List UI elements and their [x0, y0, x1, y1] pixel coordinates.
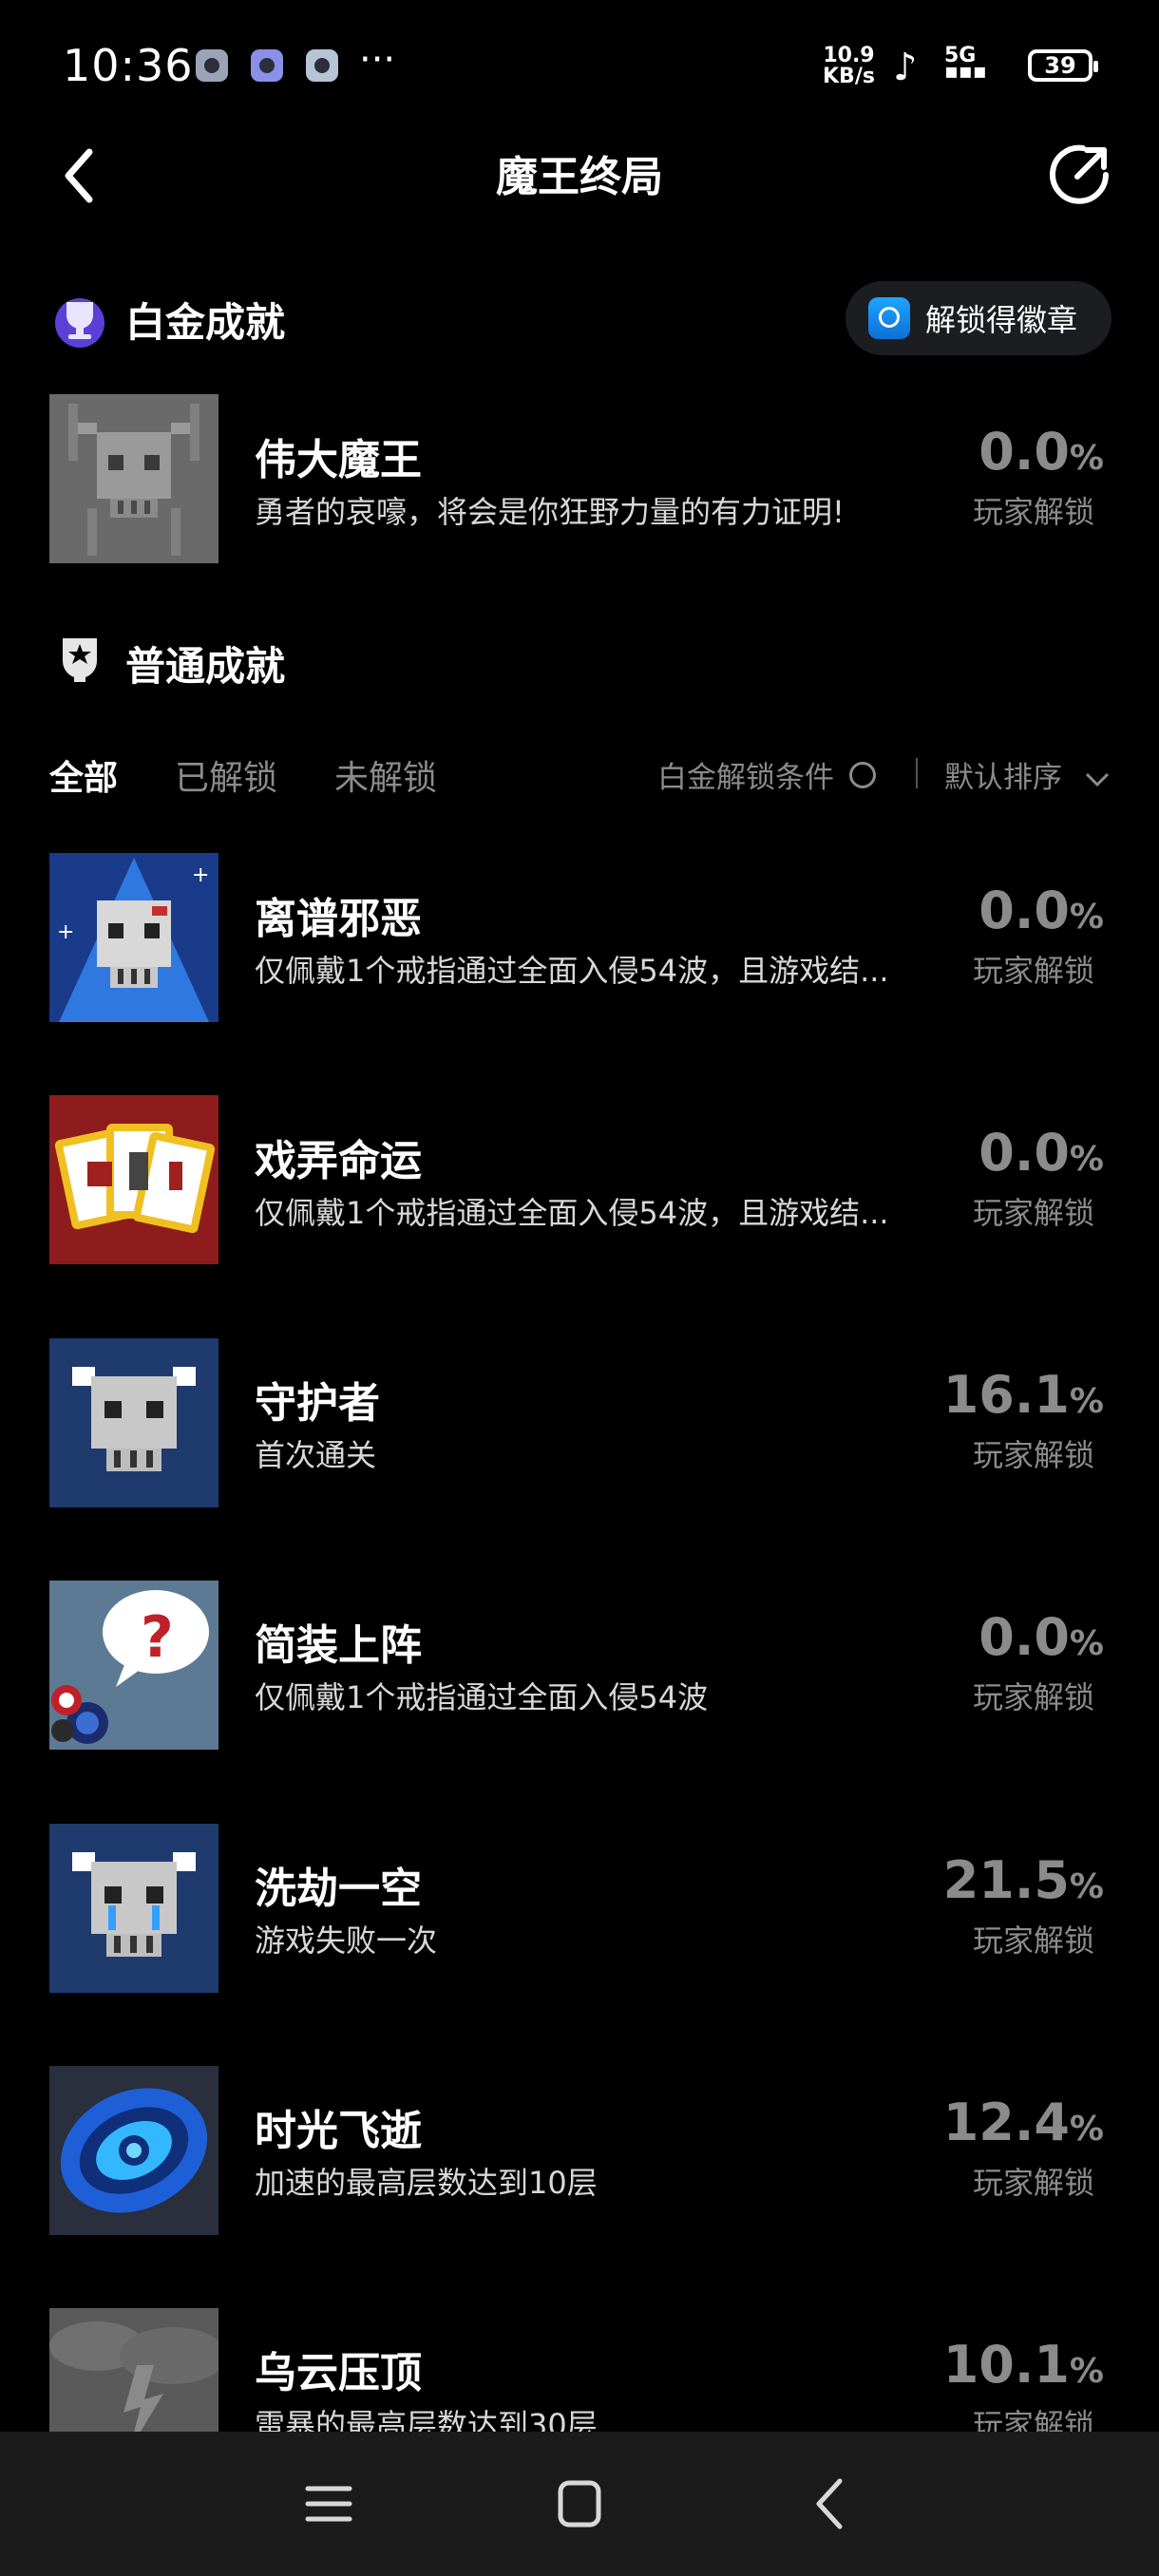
unlock-percentage-label: 玩家解锁 [972, 1923, 1094, 1959]
unlock-percentage-value: 21.5 [942, 1850, 1070, 1910]
status-time: 10:36 [63, 40, 194, 91]
achievement-description: 加速的最高层数达到10层 [255, 2165, 598, 2201]
unlock-percentage-unit: % [1069, 2352, 1104, 2391]
unlock-percentage-label: 玩家解锁 [972, 1679, 1094, 1715]
achievement-thumbnail [49, 2308, 218, 2432]
notification-app-icon [306, 49, 338, 82]
normal-section-title: 普通成就 [125, 643, 286, 690]
network-speed-unit: KB/s [823, 65, 875, 88]
unlock-percentage-value: 10.1 [942, 2335, 1070, 2395]
tab-unlocked[interactable]: 已解锁 [175, 750, 277, 800]
tab-locked[interactable]: 未解锁 [334, 750, 437, 800]
status-bar: 10:36 ··· 10.9 KB/s ♪ 5G ▪▪▪ 39 [0, 0, 1159, 133]
page-title: 魔王终局 [496, 153, 663, 201]
unlock-percentage: 0.0% [895, 881, 1104, 940]
achievement-name: 离谱邪恶 [255, 895, 422, 943]
unlock-percentage-value: 12.4 [942, 2093, 1070, 2152]
achievement-name: 简装上阵 [255, 1621, 422, 1670]
network-speed: 10.9 KB/s [823, 46, 875, 87]
unlock-percentage-unit: % [1069, 1867, 1104, 1906]
unlock-percentage-label: 玩家解锁 [972, 1195, 1094, 1231]
unlock-percentage-value: 16.1 [942, 1365, 1070, 1425]
unlock-percentage-value: 0.0 [978, 881, 1070, 940]
unlock-percentage-label: 玩家解锁 [972, 2165, 1094, 2201]
achievement-description: 首次通关 [255, 1437, 377, 1473]
unlock-percentage-unit: % [1069, 1624, 1104, 1663]
svg-text:+: + [57, 920, 74, 944]
radio-circle-icon [849, 761, 876, 788]
unlock-percentage-unit: % [1069, 1382, 1104, 1421]
sort-dropdown[interactable]: 默认排序 [944, 753, 1112, 796]
network-speed-value: 10.9 [823, 44, 875, 67]
unlock-percentage: 21.5% [895, 1850, 1104, 1910]
achievement-thumbnail: ? [49, 1581, 218, 1750]
unlock-percentage-label: 玩家解锁 [972, 953, 1094, 989]
achievement-description: 游戏失败一次 [255, 1923, 438, 1959]
unlock-percentage: 0.0% [895, 422, 1104, 482]
unlock-percentage-value: 0.0 [978, 422, 1070, 482]
unlock-percentage-unit: % [1069, 439, 1104, 478]
platinum-condition-toggle[interactable]: 白金解锁条件 [657, 753, 876, 796]
unlock-percentage-value: 0.0 [978, 1607, 1070, 1667]
chevron-down-icon [1085, 772, 1109, 786]
battery-icon: 39 [1028, 49, 1098, 82]
achievement-name: 守护者 [255, 1379, 380, 1428]
achievement-thumbnail [49, 2066, 218, 2235]
home-icon [558, 2480, 601, 2528]
svg-text:+: + [192, 863, 209, 887]
unlock-percentage: 12.4% [895, 2093, 1104, 2152]
menu-icon [305, 2486, 352, 2522]
achievement-description: 仅佩戴1个戒指通过全面入侵54波，且游戏结... [255, 1195, 889, 1231]
unlock-percentage: 10.1% [895, 2335, 1104, 2395]
platinum-condition-label: 白金解锁条件 [657, 761, 834, 795]
achievement-thumbnail [49, 1095, 218, 1264]
unlock-percentage-unit: % [1069, 1140, 1104, 1179]
achievement-name: 伟大魔王 [255, 436, 422, 484]
unlock-percentage-unit: % [1069, 898, 1104, 937]
nav-back-icon [816, 2478, 843, 2529]
badge-icon [868, 297, 910, 339]
nav-back-button[interactable] [796, 2470, 864, 2538]
more-notifications-icon: ··· [359, 38, 396, 82]
share-button[interactable] [1045, 141, 1113, 209]
unlock-percentage-value: 0.0 [978, 1123, 1070, 1183]
system-navigation-bar [0, 2432, 1159, 2576]
achievement-thumbnail [49, 394, 218, 563]
achievement-description: 勇者的哀嚎，将会是你狂野力量的有力证明! [255, 494, 845, 530]
unlock-percentage: 0.0% [895, 1123, 1104, 1183]
achievement-name: 乌云压顶 [255, 2349, 422, 2397]
unlock-percentage-label: 玩家解锁 [972, 1437, 1094, 1473]
unlock-percentage: 0.0% [895, 1607, 1104, 1667]
trophy-icon [49, 289, 110, 350]
share-icon [1050, 144, 1109, 204]
home-button[interactable] [545, 2470, 614, 2538]
unlock-badge-label: 解锁得徽章 [925, 302, 1078, 338]
achievement-name: 戏弄命运 [255, 1137, 422, 1185]
tiktok-icon: ♪ [893, 46, 918, 89]
notification-app-icon [251, 49, 283, 82]
achievement-name: 洗劫一空 [255, 1865, 422, 1913]
platinum-section-title: 白金成就 [125, 299, 286, 346]
tab-all[interactable]: 全部 [49, 750, 118, 800]
achievement-description: 仅佩戴1个戒指通过全面入侵54波 [255, 1679, 709, 1715]
svg-text:?: ? [141, 1604, 174, 1671]
notification-app-icon [196, 49, 228, 82]
achievement-thumbnail [49, 1824, 218, 1993]
unlock-percentage: 16.1% [895, 1365, 1104, 1425]
sort-label: 默认排序 [944, 761, 1062, 795]
achievement-thumbnail: + + [49, 853, 218, 1022]
menu-button[interactable] [294, 2470, 363, 2538]
divider [916, 758, 918, 788]
unlock-percentage-label: 玩家解锁 [972, 494, 1094, 530]
achievement-description: 仅佩戴1个戒指通过全面入侵54波，且游戏结... [255, 953, 889, 989]
unlock-percentage-unit: % [1069, 2110, 1104, 2149]
achievement-thumbnail [49, 1338, 218, 1507]
medal-icon [53, 633, 106, 686]
achievement-name: 时光飞逝 [255, 2107, 422, 2155]
unlock-badge-button[interactable]: 解锁得徽章 [846, 281, 1112, 355]
signal-indicator: 5G ▪▪▪ [944, 44, 987, 84]
